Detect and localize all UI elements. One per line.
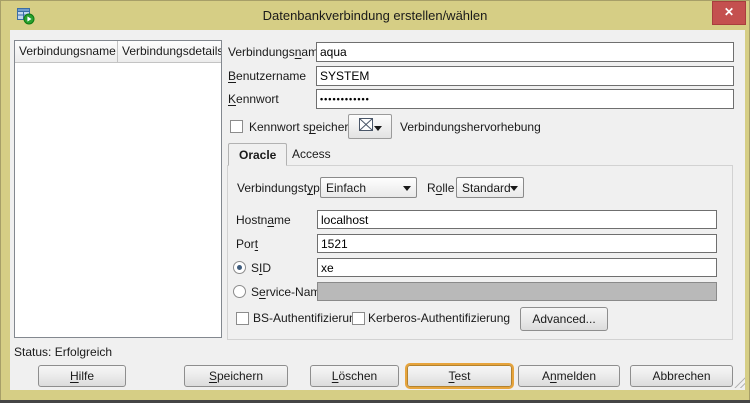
connection-type-value: Einfach [326, 181, 366, 195]
role-dropdown[interactable]: Standard [456, 177, 524, 198]
connection-color-picker-button[interactable] [348, 114, 392, 139]
password-input[interactable] [316, 89, 734, 109]
close-icon[interactable]: ✕ [712, 1, 746, 25]
kerberos-authentication-label: Kerberos-Authentifizierung [368, 311, 510, 325]
connect-button[interactable]: Anmelden [518, 365, 620, 387]
service-name-label: Service-Name [251, 285, 327, 299]
username-label: Benutzername [228, 69, 306, 83]
connection-list-body[interactable] [15, 62, 221, 337]
delete-button[interactable]: Löschen [310, 365, 399, 387]
save-password-label: Kennwort speichern [249, 120, 355, 134]
help-button[interactable]: Hilfe [38, 365, 126, 387]
role-value: Standard [462, 181, 511, 195]
port-input[interactable] [317, 234, 717, 253]
chevron-down-icon [403, 186, 411, 191]
sid-input[interactable] [317, 258, 717, 277]
test-button[interactable]: Test [407, 365, 512, 387]
kerberos-authentication-checkbox[interactable] [352, 312, 365, 325]
sid-label: SID [251, 261, 271, 275]
password-label: Kennwort [228, 92, 279, 106]
chevron-down-icon [510, 186, 518, 191]
connection-highlight-label: Verbindungshervorhebung [400, 120, 541, 134]
connection-name-input[interactable] [316, 42, 734, 62]
tab-oracle[interactable]: Oracle [228, 143, 287, 166]
advanced-button[interactable]: Advanced... [520, 307, 608, 331]
cancel-button[interactable]: Abbrechen [630, 365, 733, 387]
connection-list-header: Verbindungsname Verbindungsdetails [15, 41, 221, 63]
tab-access[interactable]: Access [282, 143, 341, 166]
column-header-connection-details[interactable]: Verbindungsdetails [118, 41, 221, 62]
port-label: Port [236, 237, 258, 251]
save-password-checkbox[interactable] [230, 120, 243, 133]
connection-list: Verbindungsname Verbindungsdetails [14, 40, 222, 338]
database-run-icon [16, 6, 35, 25]
hostname-input[interactable] [317, 210, 717, 229]
connection-type-dropdown[interactable]: Einfach [320, 177, 417, 198]
role-label: Rolle [427, 181, 454, 195]
column-header-connection-name[interactable]: Verbindungsname [15, 41, 118, 62]
hostname-label: Hostname [236, 213, 291, 227]
service-name-input [317, 282, 717, 301]
sid-radio[interactable] [233, 261, 246, 274]
save-button[interactable]: Speichern [184, 365, 288, 387]
os-authentication-label: BS-Authentifizierung [253, 311, 362, 325]
dialog-window: Datenbankverbindung erstellen/wählen ✕ V… [0, 0, 750, 403]
connection-type-label: Verbindungstyp [237, 181, 320, 195]
status-text: Status: Erfolgreich [14, 345, 112, 359]
connection-name-label: Verbindungsname [228, 45, 325, 59]
titlebar[interactable]: Datenbankverbindung erstellen/wählen ✕ [0, 0, 750, 30]
window-title: Datenbankverbindung erstellen/wählen [60, 8, 690, 23]
no-color-icon [358, 117, 383, 136]
os-authentication-checkbox[interactable] [236, 312, 249, 325]
username-input[interactable] [316, 66, 734, 86]
service-name-radio[interactable] [233, 285, 246, 298]
